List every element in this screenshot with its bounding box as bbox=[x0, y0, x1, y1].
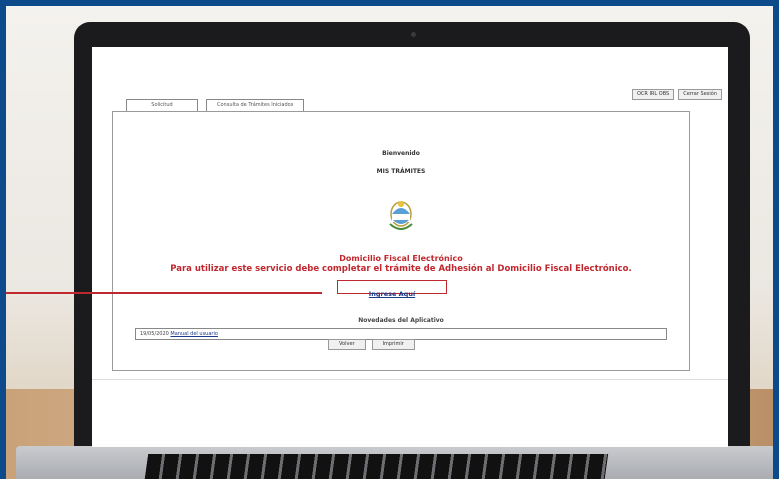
manual-link[interactable]: Manual del usuario bbox=[170, 331, 218, 337]
tab-bar: Solicitud Consulta de Trámites Iniciados bbox=[126, 99, 305, 111]
ocr-button[interactable]: OCR IRL OBS bbox=[631, 89, 675, 100]
image-frame: OCR IRL OBS Cerrar Sesión Solicitud Cons… bbox=[0, 0, 779, 479]
domicilio-title: Domicilio Fiscal Electrónico bbox=[339, 254, 463, 263]
section-title: MIS TRÁMITES bbox=[376, 168, 426, 175]
callout-line bbox=[6, 292, 322, 294]
ingrese-highlight: Ingrese Aquí bbox=[337, 280, 447, 298]
logout-button[interactable]: Cerrar Sesión bbox=[678, 89, 722, 100]
laptop-screen: OCR IRL OBS Cerrar Sesión Solicitud Cons… bbox=[92, 47, 728, 447]
back-button[interactable]: Volver bbox=[328, 339, 366, 350]
news-date: 19/05/2020 bbox=[140, 331, 169, 337]
footer-divider bbox=[92, 379, 728, 380]
domicilio-message: Para utilizar este servicio debe complet… bbox=[170, 264, 632, 274]
print-button[interactable]: Imprimir bbox=[371, 339, 415, 350]
tab-solicitud[interactable]: Solicitud bbox=[126, 99, 198, 111]
camera-icon bbox=[411, 32, 416, 37]
province-logo-icon bbox=[389, 201, 413, 230]
main-panel: Bienvenido MIS TRÁMITES Domicilio Fiscal… bbox=[112, 111, 690, 371]
novedades-title: Novedades del Aplicativo bbox=[358, 317, 444, 324]
keyboard bbox=[143, 454, 609, 479]
welcome-text: Bienvenido bbox=[382, 150, 420, 157]
bottom-button-group: Volver Imprimir bbox=[328, 339, 415, 350]
tab-consulta-tramites[interactable]: Consulta de Trámites Iniciados bbox=[206, 99, 305, 111]
top-button-group: OCR IRL OBS Cerrar Sesión bbox=[631, 89, 722, 100]
ingrese-aqui-link[interactable]: Ingrese Aquí bbox=[369, 290, 415, 298]
